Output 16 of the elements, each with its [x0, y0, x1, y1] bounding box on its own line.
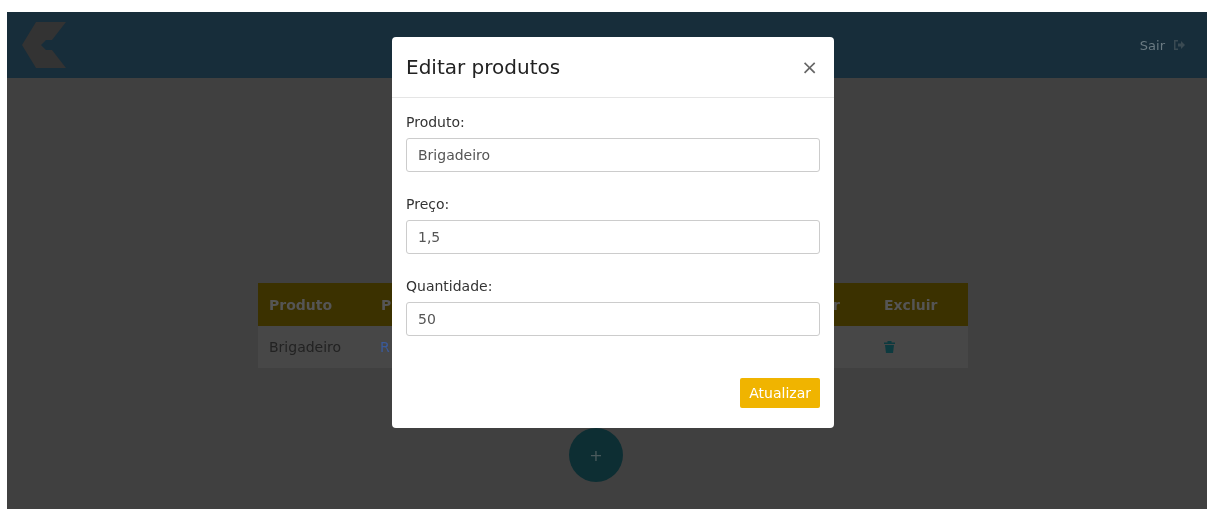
field-label: Quantidade:	[406, 278, 494, 294]
column-header: P	[381, 296, 392, 313]
logout-icon	[1173, 39, 1185, 51]
column-header: Produto	[269, 296, 333, 313]
input-field[interactable]: 1,5	[406, 220, 820, 254]
column-header: r	[833, 296, 840, 313]
dialog-title: Editar produtos	[406, 55, 561, 79]
input-field[interactable]: 50	[406, 302, 820, 336]
column-header: Excluir	[884, 296, 938, 313]
field-label: Preço:	[406, 196, 451, 212]
logout-link[interactable]: Sair	[1139, 37, 1185, 53]
trash-icon[interactable]	[884, 341, 895, 353]
logo-icon	[22, 22, 66, 68]
close-button[interactable]: ×	[799, 55, 820, 79]
field-label: Produto:	[406, 114, 466, 130]
input-field[interactable]: Brigadeiro	[406, 138, 820, 172]
